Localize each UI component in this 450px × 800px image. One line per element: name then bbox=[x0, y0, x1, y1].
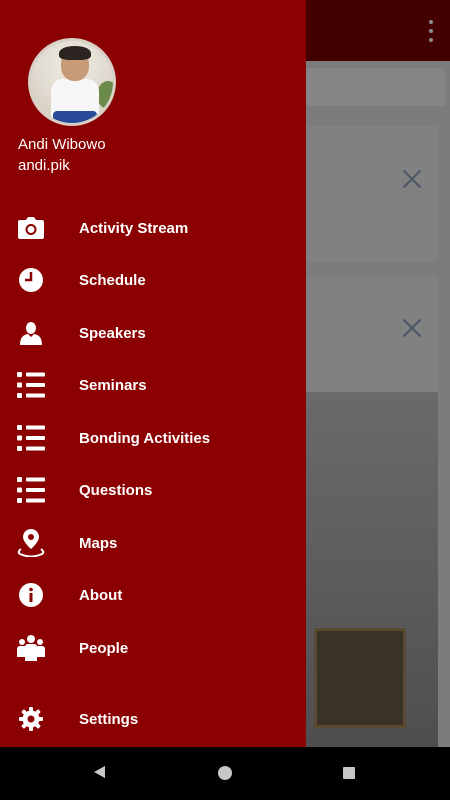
camera-icon bbox=[17, 214, 45, 242]
menu-item-label: Activity Stream bbox=[79, 219, 189, 237]
menu-item-about[interactable]: About bbox=[0, 570, 306, 620]
home-icon[interactable] bbox=[218, 766, 232, 780]
clock-icon bbox=[17, 266, 45, 294]
menu-item-label: Seminars bbox=[79, 376, 147, 394]
background-card bbox=[300, 276, 438, 392]
menu-item-bonding-activities[interactable]: Bonding Activities bbox=[0, 413, 306, 463]
back-icon[interactable] bbox=[94, 766, 105, 778]
navigation-drawer: Andi Wibowo andi.pik Activity Stream Sch… bbox=[0, 0, 306, 747]
background-card bbox=[300, 126, 438, 262]
map-pin-icon bbox=[17, 529, 45, 557]
background-picture-frame bbox=[314, 628, 406, 728]
list-icon bbox=[17, 371, 45, 399]
menu-item-activity-stream[interactable]: Activity Stream bbox=[0, 203, 306, 253]
recents-icon[interactable] bbox=[343, 767, 355, 779]
menu-item-label: Settings bbox=[79, 710, 139, 728]
menu-item-label: About bbox=[79, 586, 123, 604]
overflow-menu-icon[interactable] bbox=[428, 20, 434, 42]
close-icon[interactable] bbox=[402, 169, 422, 189]
menu-item-schedule[interactable]: Schedule bbox=[0, 255, 306, 305]
menu-item-label: Questions bbox=[79, 481, 153, 499]
screen: Andi Wibowo andi.pik Activity Stream Sch… bbox=[0, 0, 450, 800]
menu-item-seminars[interactable]: Seminars bbox=[0, 360, 306, 410]
background-input bbox=[300, 68, 445, 106]
menu-item-speakers[interactable]: Speakers bbox=[0, 308, 306, 358]
menu-item-settings[interactable]: Settings bbox=[0, 694, 306, 744]
menu-item-label: Schedule bbox=[79, 271, 146, 289]
menu-item-maps[interactable]: Maps bbox=[0, 518, 306, 568]
gear-icon bbox=[17, 705, 45, 733]
list-icon bbox=[17, 476, 45, 504]
menu-item-label: Bonding Activities bbox=[79, 429, 211, 447]
info-icon bbox=[17, 581, 45, 609]
group-icon bbox=[17, 634, 45, 662]
menu-item-label: Speakers bbox=[79, 324, 146, 342]
user-handle: andi.pik bbox=[18, 157, 70, 174]
user-name: Andi Wibowo bbox=[18, 136, 106, 153]
menu-item-questions[interactable]: Questions bbox=[0, 465, 306, 515]
menu-item-people[interactable]: People bbox=[0, 623, 306, 673]
avatar[interactable] bbox=[28, 38, 116, 126]
menu-item-label: People bbox=[79, 639, 129, 657]
list-icon bbox=[17, 424, 45, 452]
menu-item-label: Maps bbox=[79, 534, 118, 552]
person-icon bbox=[17, 319, 45, 347]
close-icon[interactable] bbox=[402, 318, 422, 338]
